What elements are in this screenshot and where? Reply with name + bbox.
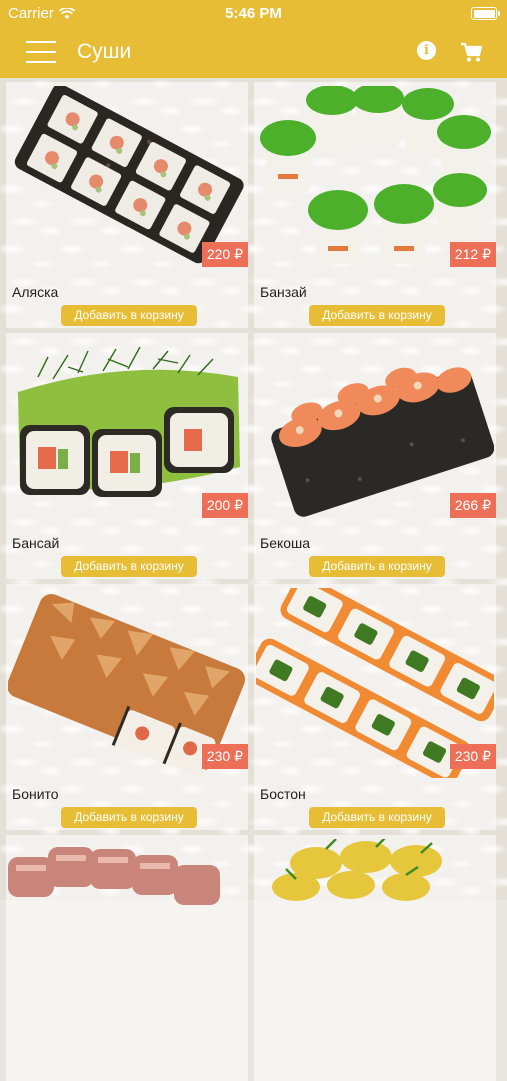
price-badge: 220 ₽ — [201, 242, 248, 267]
product-name: Банзай — [260, 284, 307, 300]
product-card[interactable] — [6, 835, 248, 1081]
add-to-cart-button[interactable]: Добавить в корзину — [309, 305, 445, 326]
add-to-cart-button[interactable]: Добавить в корзину — [61, 807, 197, 828]
status-bar: Carrier 5:46 PM — [0, 0, 507, 26]
product-card[interactable] — [254, 835, 496, 1081]
add-to-cart-button[interactable]: Добавить в корзину — [61, 556, 197, 577]
add-to-cart-button[interactable]: Добавить в корзину — [61, 305, 197, 326]
add-to-cart-button[interactable]: Добавить в корзину — [309, 556, 445, 577]
product-grid: 220 ₽ Аляска Добавить в корзину 212 ₽ Ба… — [0, 78, 507, 1081]
product-name: Бостон — [260, 786, 306, 802]
page-title: Суши — [77, 40, 132, 63]
product-card[interactable]: 220 ₽ Аляска Добавить в корзину — [6, 82, 248, 328]
product-card[interactable]: 266 ₽ Бекоша Добавить в корзину — [254, 333, 496, 579]
clock: 5:46 PM — [225, 5, 282, 22]
nav-bar: Суши i — [0, 26, 507, 78]
product-name: Бонито — [12, 786, 59, 802]
product-card[interactable]: 200 ₽ Бансай Добавить в корзину — [6, 333, 248, 579]
product-card[interactable]: 212 ₽ Банзай Добавить в корзину — [254, 82, 496, 328]
app-header: Carrier 5:46 PM Суши i — [0, 0, 507, 78]
price-badge: 230 ₽ — [449, 744, 496, 769]
product-name: Бансай — [12, 535, 60, 551]
price-badge: 212 ₽ — [449, 242, 496, 267]
add-to-cart-button[interactable]: Добавить в корзину — [309, 807, 445, 828]
cart-icon[interactable] — [459, 41, 483, 63]
price-badge: 266 ₽ — [449, 493, 496, 518]
product-card[interactable]: 230 ₽ Бонито Добавить в корзину — [6, 584, 248, 830]
product-photo — [272, 839, 442, 901]
product-card[interactable]: 230 ₽ Бостон Добавить в корзину — [254, 584, 496, 830]
product-name: Бекоша — [260, 535, 311, 551]
price-badge: 230 ₽ — [201, 744, 248, 769]
product-name: Аляска — [12, 284, 59, 300]
product-photo — [8, 847, 220, 905]
info-icon[interactable]: i — [417, 41, 436, 60]
price-badge: 200 ₽ — [201, 493, 248, 518]
battery-icon — [471, 7, 500, 20]
hamburger-menu-icon[interactable] — [26, 41, 56, 63]
